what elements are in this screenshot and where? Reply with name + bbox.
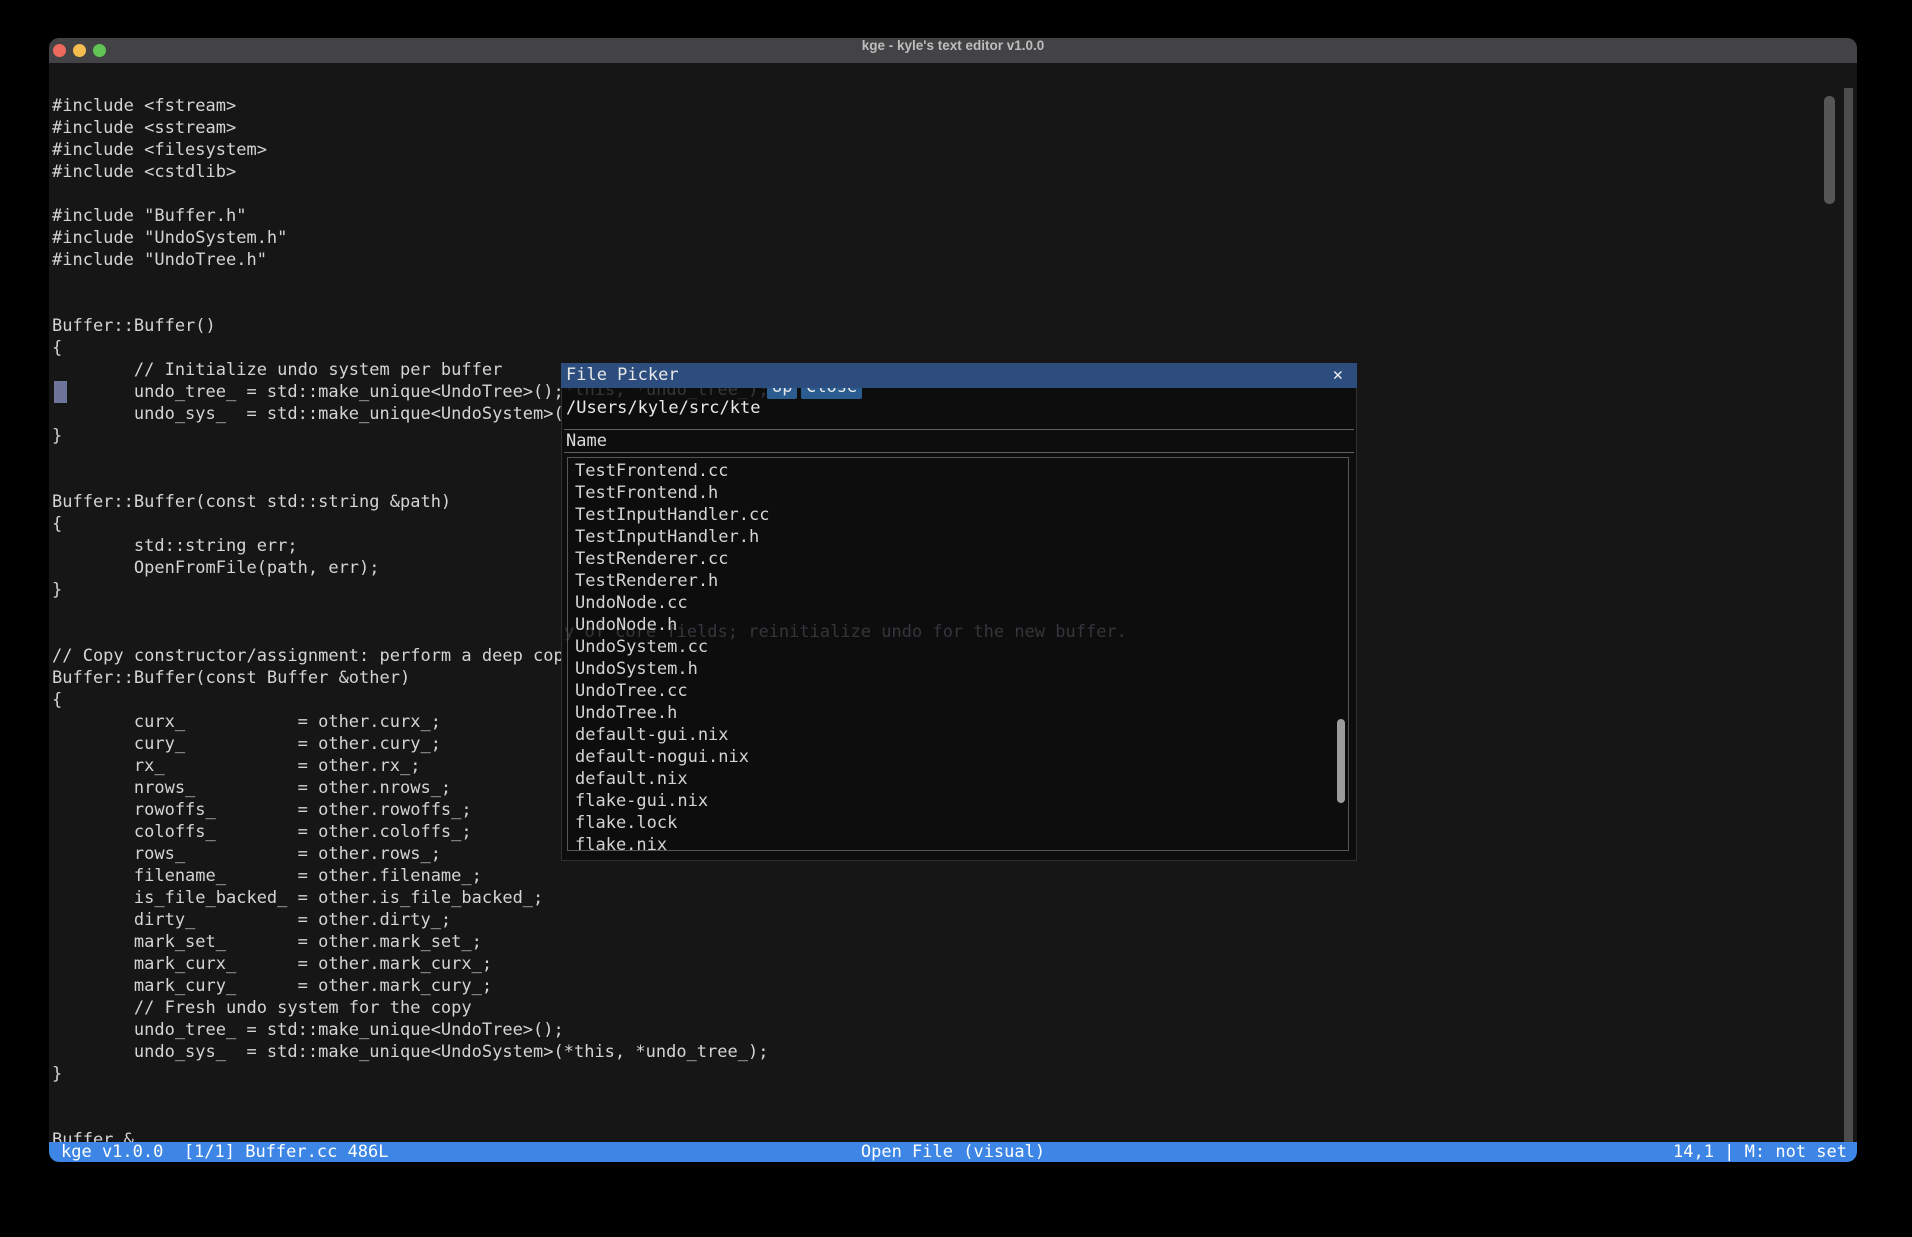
- editor-scrollbar-thumb[interactable]: [1824, 96, 1835, 204]
- file-list-item[interactable]: TestRenderer.cc: [568, 548, 1348, 570]
- file-list-item[interactable]: TestInputHandler.cc: [568, 504, 1348, 526]
- status-cursor-position: 14,1 | M: not set: [1673, 1142, 1847, 1162]
- file-list-item[interactable]: TestInputHandler.h: [568, 526, 1348, 548]
- status-file-info: kge v1.0.0 [1/1] Buffer.cc 486L: [61, 1142, 389, 1162]
- file-list-item[interactable]: flake.nix: [568, 834, 1348, 851]
- file-list-item[interactable]: TestFrontend.cc: [568, 460, 1348, 482]
- divider: [564, 429, 1354, 430]
- file-list-item[interactable]: flake-gui.nix: [568, 790, 1348, 812]
- status-bar: Open File (visual) kge v1.0.0 [1/1] Buff…: [49, 1142, 1857, 1162]
- file-list-item[interactable]: UndoNode.cc: [568, 592, 1348, 614]
- file-list-item[interactable]: UndoSystem.cc: [568, 636, 1348, 658]
- file-list-item[interactable]: TestRenderer.h: [568, 570, 1348, 592]
- dialog-title: File Picker: [566, 365, 679, 385]
- file-list-item[interactable]: UndoSystem.h: [568, 658, 1348, 680]
- divider: [564, 452, 1354, 453]
- dialog-titlebar[interactable]: File Picker ✕: [561, 363, 1357, 388]
- text-cursor-block: [54, 381, 67, 403]
- window-titlebar[interactable]: kge - kyle's text editor v1.0.0: [49, 38, 1857, 63]
- file-list-item[interactable]: default-nogui.nix: [568, 746, 1348, 768]
- file-list-item[interactable]: UndoTree.cc: [568, 680, 1348, 702]
- file-list-scrollbar-thumb[interactable]: [1337, 719, 1345, 803]
- path-row: /Users/kyle/src/kte: [562, 389, 1356, 427]
- current-path: /Users/kyle/src/kte: [566, 389, 760, 427]
- editor-scrollbar-track[interactable]: [1844, 88, 1853, 1142]
- file-list-item[interactable]: UndoNode.h: [568, 614, 1348, 636]
- desktop-background: kge - kyle's text editor v1.0.0 #include…: [0, 0, 1912, 1237]
- file-picker-dialog: *this, *undo_tree_); y of core fields; r…: [561, 363, 1357, 861]
- window-title: kge - kyle's text editor v1.0.0: [49, 38, 1857, 63]
- editor-window: kge - kyle's text editor v1.0.0 #include…: [49, 38, 1857, 1162]
- column-header-name: Name: [566, 430, 607, 452]
- file-list-item[interactable]: flake.lock: [568, 812, 1348, 834]
- file-list: TestFrontend.ccTestFrontend.hTestInputHa…: [567, 457, 1349, 851]
- file-list-item[interactable]: default-gui.nix: [568, 724, 1348, 746]
- file-list-item[interactable]: UndoTree.h: [568, 702, 1348, 724]
- dialog-close-icon[interactable]: ✕: [1333, 363, 1343, 388]
- file-list-item[interactable]: default.nix: [568, 768, 1348, 790]
- file-list-item[interactable]: TestFrontend.h: [568, 482, 1348, 504]
